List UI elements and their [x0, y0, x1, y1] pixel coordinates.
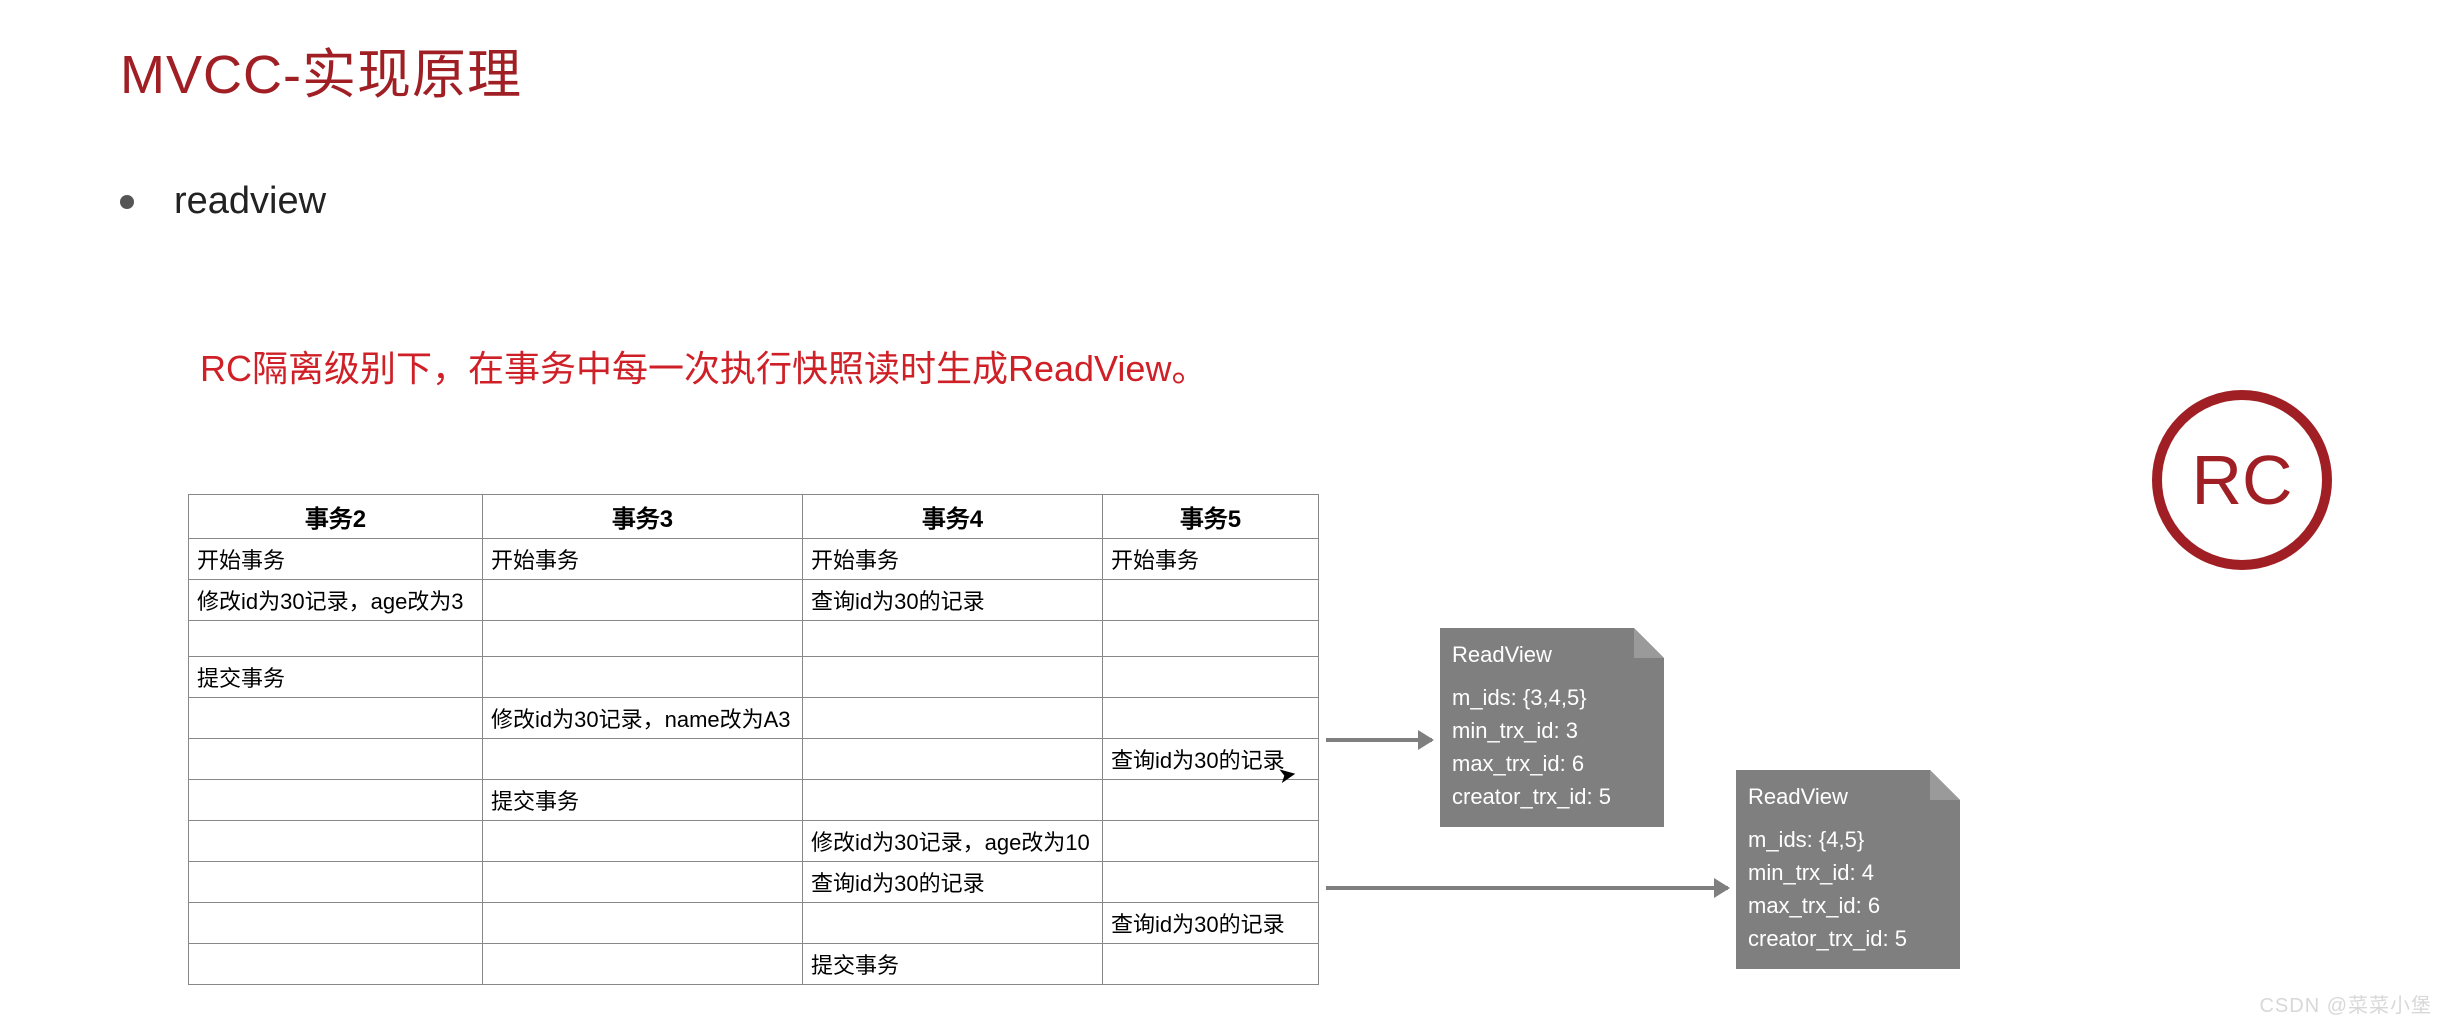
table-cell: [803, 780, 1103, 821]
table-row: 修改id为30记录，age改为3 查询id为30的记录: [189, 580, 1319, 621]
table-cell: [1103, 698, 1319, 739]
table-cell: 提交事务: [803, 944, 1103, 985]
table-row: 修改id为30记录，name改为A3: [189, 698, 1319, 739]
readview-note-2: ReadView m_ids: {4,5} min_trx_id: 4 max_…: [1736, 770, 1960, 969]
table-row: 开始事务开始事务开始事务开始事务: [189, 539, 1319, 580]
note-line: creator_trx_id: 5: [1748, 922, 1948, 955]
table-cell: [189, 739, 483, 780]
table-cell: 开始事务: [189, 539, 483, 580]
table-cell: 开始事务: [803, 539, 1103, 580]
table-cell: [483, 739, 803, 780]
table-cell: 修改id为30记录，age改为3: [189, 580, 483, 621]
table-header: 事务5: [1103, 495, 1319, 539]
rc-badge: RC: [2152, 390, 2332, 570]
table-header-row: 事务2 事务3 事务4 事务5: [189, 495, 1319, 539]
table-cell: 查询id为30的记录: [803, 862, 1103, 903]
table-row: 查询id为30的记录: [189, 862, 1319, 903]
table-cell: 修改id为30记录，age改为10: [803, 821, 1103, 862]
table-row: 查询id为30的记录: [189, 903, 1319, 944]
table-body: 开始事务开始事务开始事务开始事务修改id为30记录，age改为3查询id为30的…: [189, 539, 1319, 985]
table-cell: [189, 621, 483, 657]
table-cell: [803, 903, 1103, 944]
note-line: m_ids: {3,4,5}: [1452, 681, 1652, 714]
table-cell: [803, 739, 1103, 780]
table-cell: 开始事务: [483, 539, 803, 580]
note-line: m_ids: {4,5}: [1748, 823, 1948, 856]
note-line: max_trx_id: 6: [1748, 889, 1948, 922]
table-cell: [483, 821, 803, 862]
table-row: 提交事务: [189, 657, 1319, 698]
table-cell: 提交事务: [189, 657, 483, 698]
table-cell: 查询id为30的记录: [803, 580, 1103, 621]
table-cell: [803, 621, 1103, 657]
table-cell: [803, 657, 1103, 698]
note-line: min_trx_id: 3: [1452, 714, 1652, 747]
table-row: 修改id为30记录，age改为10: [189, 821, 1319, 862]
table-cell: [483, 621, 803, 657]
table-row: 提交事务: [189, 944, 1319, 985]
table-header: 事务3: [483, 495, 803, 539]
arrow-icon: [1326, 738, 1432, 742]
slide-title: MVCC-实现原理: [120, 30, 522, 109]
watermark: CSDN @菜菜小堡: [2259, 989, 2432, 1018]
table-cell: 修改id为30记录，name改为A3: [483, 698, 803, 739]
bullet-text: readview: [174, 180, 326, 223]
rc-badge-text: RC: [2191, 440, 2292, 520]
table-header: 事务2: [189, 495, 483, 539]
table-cell: [1103, 621, 1319, 657]
table-cell: [189, 698, 483, 739]
note-title: ReadView: [1452, 638, 1652, 671]
table-cell: 提交事务: [483, 780, 803, 821]
table-cell: [1103, 657, 1319, 698]
note-line: creator_trx_id: 5: [1452, 780, 1652, 813]
table-cell: 开始事务: [1103, 539, 1319, 580]
bullet-item: readview: [120, 180, 326, 223]
table-row: 提交事务: [189, 780, 1319, 821]
table-cell: [189, 862, 483, 903]
table-cell: [189, 944, 483, 985]
table-cell: [1103, 580, 1319, 621]
table-row: 查询id为30的记录: [189, 739, 1319, 780]
table-cell: [483, 862, 803, 903]
readview-note-1: ReadView m_ids: {3,4,5} min_trx_id: 3 ma…: [1440, 628, 1664, 827]
table-row: [189, 621, 1319, 657]
transaction-table: 事务2 事务3 事务4 事务5 开始事务开始事务开始事务开始事务修改id为30记…: [188, 494, 1319, 985]
table-cell: [1103, 821, 1319, 862]
table-cell: [483, 657, 803, 698]
table-cell: [189, 780, 483, 821]
note-line: min_trx_id: 4: [1748, 856, 1948, 889]
sub-heading: RC隔离级别下，在事务中每一次执行快照读时生成ReadView。: [200, 340, 1207, 392]
arrow-icon: [1326, 886, 1728, 890]
table-cell: [1103, 862, 1319, 903]
table-cell: 查询id为30的记录: [1103, 903, 1319, 944]
table-cell: [189, 821, 483, 862]
note-line: max_trx_id: 6: [1452, 747, 1652, 780]
note-title: ReadView: [1748, 780, 1948, 813]
bullet-dot-icon: [120, 195, 134, 209]
table-cell: [483, 903, 803, 944]
table-cell: [803, 698, 1103, 739]
table-header: 事务4: [803, 495, 1103, 539]
table-cell: [483, 944, 803, 985]
table-cell: [189, 903, 483, 944]
table-cell: [1103, 944, 1319, 985]
table-cell: [483, 580, 803, 621]
